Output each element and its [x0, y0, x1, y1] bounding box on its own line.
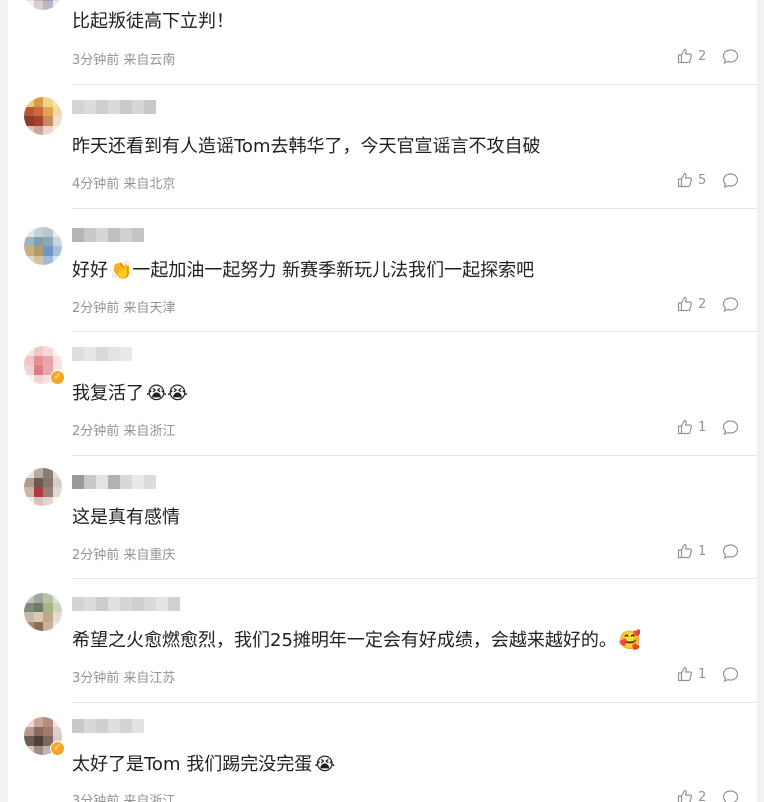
thumbs-up-icon — [677, 543, 692, 559]
like-count: 5 — [698, 172, 707, 188]
thumbs-up-icon — [677, 666, 692, 682]
like-count: 1 — [698, 419, 707, 435]
like-count: 2 — [698, 48, 707, 64]
comment-time: 4分钟前 — [72, 177, 120, 192]
comment-meta: 3分钟前 来自江苏 — [72, 667, 175, 686]
comment-text: 比起叛徒高下立判！ — [72, 11, 234, 32]
comment-time: 2分钟前 — [72, 301, 120, 316]
comment-text: 我复活了 😭😭 — [72, 382, 188, 406]
comment-text-main: 希望之火愈燃愈烈，我们25摊明年一定会有好成绩，会越来越好的。 — [72, 630, 617, 651]
avatar[interactable] — [24, 0, 62, 10]
comment-time: 3分钟前 — [72, 671, 120, 686]
like-button[interactable]: 2 — [677, 296, 706, 312]
avatar[interactable] — [24, 468, 62, 506]
reply-icon[interactable] — [722, 48, 739, 65]
comment-location: 来自浙江 — [123, 794, 176, 802]
reply-icon[interactable] — [722, 419, 739, 436]
comment-item: 这是真有感情 2分钟前 来自重庆 1 — [8, 456, 757, 579]
comment-item: 比起叛徒高下立判！ 3分钟前 来自云南 2 — [8, 0, 757, 85]
avatar[interactable] — [24, 97, 62, 135]
verified-badge: ✓ — [50, 741, 65, 756]
comment-item: ✓ 太好了是Tom 我们踢完没完蛋 😭 3分钟前 来自浙江 2 — [8, 703, 757, 802]
like-button[interactable]: 1 — [677, 543, 706, 559]
comment-text: 太好了是Tom 我们踢完没完蛋 😭 — [72, 753, 335, 777]
username-pixelated[interactable] — [72, 475, 156, 489]
clap-emoji: 👏 — [110, 260, 133, 281]
reply-icon[interactable] — [722, 172, 739, 189]
thumbs-up-icon — [677, 172, 692, 188]
smiling-hearts-emoji: 🥰 — [618, 630, 642, 651]
comment-item: 昨天还看到有人造谣Tom去韩华了，今天官宣谣言不攻自破 4分钟前 来自北京 5 — [8, 85, 757, 209]
like-button[interactable]: 1 — [677, 419, 706, 435]
like-button[interactable]: 2 — [677, 789, 706, 802]
comment-time: 3分钟前 — [72, 794, 120, 802]
avatar[interactable] — [24, 227, 62, 265]
like-count: 2 — [698, 296, 707, 312]
comment-meta: 3分钟前 来自云南 — [72, 49, 175, 68]
username-pixelated[interactable] — [72, 228, 144, 242]
like-count: 1 — [698, 543, 707, 559]
reply-icon[interactable] — [722, 296, 739, 313]
crying-emoji: 😭 — [314, 754, 336, 775]
comment-meta: 2分钟前 来自重庆 — [72, 544, 175, 563]
like-count: 1 — [698, 666, 707, 682]
comment-time: 2分钟前 — [72, 548, 120, 563]
comment-text: 这是真有感情 — [72, 507, 180, 528]
thumbs-up-icon — [677, 789, 692, 802]
comment-location: 来自浙江 — [123, 424, 176, 439]
comment-feed: 比起叛徒高下立判！ 3分钟前 来自云南 2 昨天还看到有人造谣Tom去韩华了，今… — [8, 0, 757, 802]
reply-icon[interactable] — [722, 666, 739, 683]
comment-text: 希望之火愈燃愈烈，我们25摊明年一定会有好成绩，会越来越好的。 🥰 — [72, 629, 641, 653]
comment-text: 好好 👏一起加油一起努力 新赛季新玩儿法我们一起探索吧 — [72, 259, 534, 283]
username-pixelated[interactable] — [72, 597, 180, 611]
comment-location: 来自重庆 — [123, 548, 176, 563]
thumbs-up-icon — [677, 419, 692, 435]
thumbs-up-icon — [677, 296, 692, 312]
avatar[interactable] — [24, 593, 62, 631]
like-button[interactable]: 2 — [677, 48, 706, 64]
comment-text-main: 太好了是Tom 我们踢完没完蛋 — [72, 754, 313, 775]
comment-item: 好好 👏一起加油一起努力 新赛季新玩儿法我们一起探索吧 2分钟前 来自天津 2 — [8, 209, 757, 332]
comment-meta: 2分钟前 来自浙江 — [72, 420, 175, 439]
comment-meta: 2分钟前 来自天津 — [72, 297, 175, 316]
comment-location: 来自北京 — [123, 177, 176, 192]
comment-text-part1: 好好 — [72, 260, 108, 281]
comment-location: 来自江苏 — [123, 671, 176, 686]
comment-time: 2分钟前 — [72, 424, 120, 439]
comment-text-main: 我复活了 — [72, 383, 144, 404]
comment-location: 来自云南 — [123, 53, 176, 68]
comment-text: 昨天还看到有人造谣Tom去韩华了，今天官宣谣言不攻自破 — [72, 136, 541, 157]
comment-text-part2: 一起加油一起努力 新赛季新玩儿法我们一起探索吧 — [132, 260, 535, 281]
reply-icon[interactable] — [722, 789, 739, 802]
crying-emoji: 😭😭 — [146, 383, 189, 404]
reply-icon[interactable] — [722, 543, 739, 560]
username-pixelated[interactable] — [72, 100, 156, 114]
comment-item: 希望之火愈燃愈烈，我们25摊明年一定会有好成绩，会越来越好的。 🥰 3分钟前 来自… — [8, 579, 757, 703]
comment-time: 3分钟前 — [72, 53, 120, 68]
comment-item: ✓ 我复活了 😭😭 2分钟前 来自浙江 1 — [8, 332, 757, 456]
like-button[interactable]: 5 — [677, 172, 706, 188]
username-pixelated[interactable] — [72, 347, 132, 361]
like-count: 2 — [698, 789, 707, 802]
username-pixelated[interactable] — [72, 719, 144, 733]
thumbs-up-icon — [677, 48, 692, 64]
comment-meta: 3分钟前 来自浙江 — [72, 790, 175, 802]
verified-badge: ✓ — [50, 370, 65, 385]
comment-meta: 4分钟前 来自北京 — [72, 173, 175, 192]
like-button[interactable]: 1 — [677, 666, 706, 682]
comment-location: 来自天津 — [123, 301, 176, 316]
